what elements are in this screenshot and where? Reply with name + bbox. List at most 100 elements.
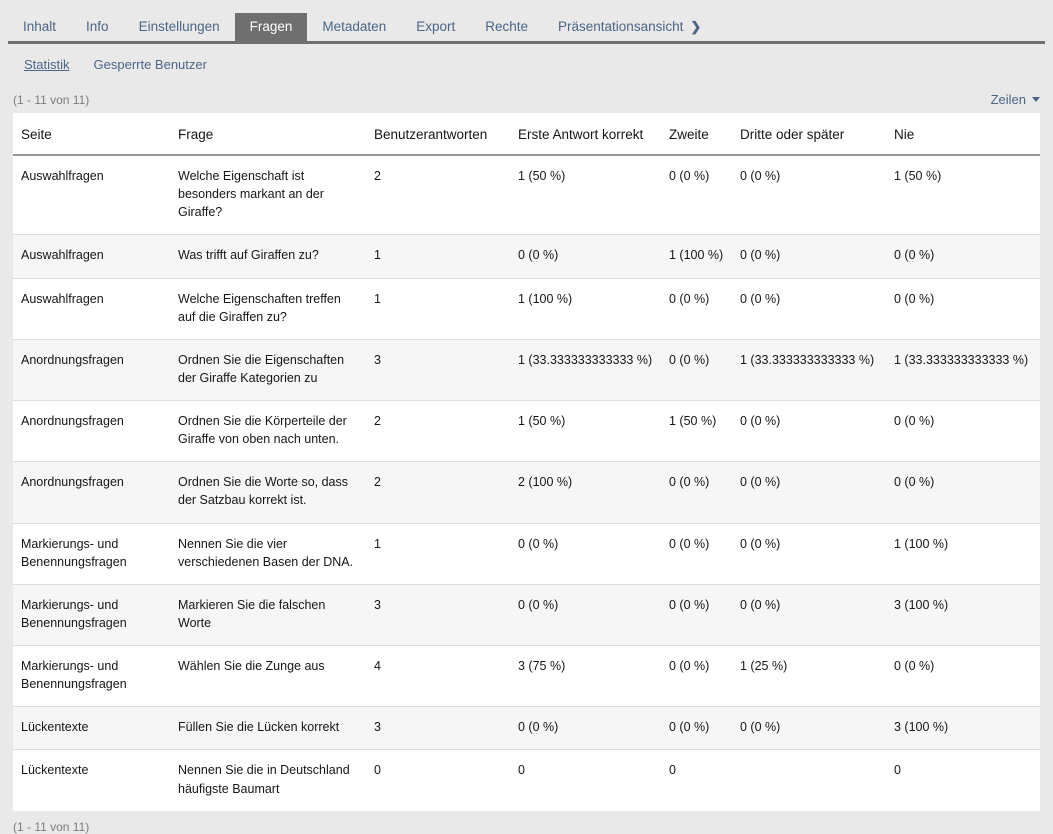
table-row: Markierungs- und BenennungsfragenWählen … xyxy=(13,646,1040,707)
cell-value: 4 xyxy=(366,646,510,707)
column-header-dritte-oder-später: Dritte oder später xyxy=(732,113,886,155)
cell-value: 0 (0 %) xyxy=(661,462,732,523)
column-header-nie: Nie xyxy=(886,113,1040,155)
cell-value: 3 (100 %) xyxy=(886,584,1040,645)
tab-label: Metadaten xyxy=(322,19,386,34)
cell-value: 0 (0 %) xyxy=(886,646,1040,707)
list-footer: (1 - 11 von 11) xyxy=(13,819,1040,834)
cell-value xyxy=(732,750,886,811)
cell-seite: Lückentexte xyxy=(13,707,170,750)
cell-value: 1 (100 %) xyxy=(886,523,1040,584)
cell-value: 0 (0 %) xyxy=(732,584,886,645)
cell-seite: Auswahlfragen xyxy=(13,155,170,235)
column-header-seite: Seite xyxy=(13,113,170,155)
cell-value: 1 (100 %) xyxy=(661,235,732,278)
cell-value: 0 xyxy=(886,750,1040,811)
subtab-gesperrte-benutzer[interactable]: Gesperrte Benutzer xyxy=(94,57,207,72)
cell-seite: Anordnungsfragen xyxy=(13,339,170,400)
cell-value: 0 (0 %) xyxy=(886,278,1040,339)
cell-value: 2 xyxy=(366,155,510,235)
cell-value: 0 (0 %) xyxy=(661,278,732,339)
column-header-erste-antwort-korrekt: Erste Antwort korrekt xyxy=(510,113,661,155)
cell-value: 0 (0 %) xyxy=(661,155,732,235)
cell-seite: Markierungs- und Benennungsfragen xyxy=(13,584,170,645)
cell-value: 1 (33.333333333333 %) xyxy=(886,339,1040,400)
cell-value: 1 (50 %) xyxy=(661,401,732,462)
cell-frage: Ordnen Sie die Körperteile der Giraffe v… xyxy=(170,401,366,462)
cell-frage: Nennen Sie die in Deutschland häufigste … xyxy=(170,750,366,811)
tab-label: Rechte xyxy=(485,19,528,34)
cell-frage: Markieren Sie die falschen Worte xyxy=(170,584,366,645)
tab-bar-wrap: Inhalt Info Einstellungen Fragen Metadaten Ex… xyxy=(0,0,1053,44)
tab-info[interactable]: Info xyxy=(71,13,124,41)
pagination-range-top: (1 - 11 von 11) xyxy=(13,93,89,107)
cell-seite: Auswahlfragen xyxy=(13,278,170,339)
tab-label: Fragen xyxy=(250,19,293,34)
table-row: AnordnungsfragenOrdnen Sie die Worte so,… xyxy=(13,462,1040,523)
tab-label: Info xyxy=(86,19,109,34)
rows-per-page-dropdown[interactable]: Zeilen xyxy=(991,92,1040,107)
table-row: AuswahlfragenWelche Eigenschaft ist beso… xyxy=(13,155,1040,235)
cell-value: 0 (0 %) xyxy=(661,523,732,584)
cell-frage: Wählen Sie die Zunge aus xyxy=(170,646,366,707)
cell-value: 0 (0 %) xyxy=(510,235,661,278)
cell-value: 3 xyxy=(366,339,510,400)
table-row: Markierungs- und BenennungsfragenNennen … xyxy=(13,523,1040,584)
tab-bar: Inhalt Info Einstellungen Fragen Metadaten Ex… xyxy=(8,13,1045,44)
column-header-benutzerantworten: Benutzerantworten xyxy=(366,113,510,155)
cell-value: 3 (100 %) xyxy=(886,707,1040,750)
table-row: AuswahlfragenWas trifft auf Giraffen zu?… xyxy=(13,235,1040,278)
tab-label: Einstellungen xyxy=(139,19,220,34)
cell-value: 3 xyxy=(366,707,510,750)
cell-value: 0 xyxy=(661,750,732,811)
cell-value: 0 (0 %) xyxy=(732,235,886,278)
cell-frage: Nennen Sie die vier verschiedenen Basen … xyxy=(170,523,366,584)
cell-value: 0 (0 %) xyxy=(732,155,886,235)
subtab-statistik[interactable]: Statistik xyxy=(24,57,70,72)
cell-value: 1 (50 %) xyxy=(886,155,1040,235)
table-row: AuswahlfragenWelche Eigenschaften treffe… xyxy=(13,278,1040,339)
cell-value: 1 (33.333333333333 %) xyxy=(510,339,661,400)
cell-value: 2 xyxy=(366,401,510,462)
tab-export[interactable]: Export xyxy=(401,13,470,41)
table-header-row: SeiteFrageBenutzerantwortenErste Antwort… xyxy=(13,113,1040,155)
cell-value: 0 (0 %) xyxy=(732,278,886,339)
cell-value: 0 xyxy=(366,750,510,811)
question-statistics-table: SeiteFrageBenutzerantwortenErste Antwort… xyxy=(13,113,1040,811)
cell-value: 1 xyxy=(366,278,510,339)
launch-chevron-icon: ❯ xyxy=(690,20,701,33)
cell-value: 1 (50 %) xyxy=(510,155,661,235)
cell-value: 0 xyxy=(510,750,661,811)
cell-value: 0 (0 %) xyxy=(732,401,886,462)
tab-fragen[interactable]: Fragen xyxy=(235,13,308,41)
cell-seite: Lückentexte xyxy=(13,750,170,811)
cell-value: 0 (0 %) xyxy=(732,523,886,584)
tab-rechte[interactable]: Rechte xyxy=(470,13,543,41)
table-header: SeiteFrageBenutzerantwortenErste Antwort… xyxy=(13,113,1040,155)
tab-präsentationsansicht[interactable]: Präsentationsansicht❯ xyxy=(543,13,716,41)
cell-value: 0 (0 %) xyxy=(510,523,661,584)
cell-value: 3 (75 %) xyxy=(510,646,661,707)
tab-inhalt[interactable]: Inhalt xyxy=(8,13,71,41)
cell-value: 1 xyxy=(366,523,510,584)
cell-value: 1 (25 %) xyxy=(732,646,886,707)
tab-label: Inhalt xyxy=(23,19,56,34)
table-row: LückentexteNennen Sie die in Deutschland… xyxy=(13,750,1040,811)
cell-value: 1 xyxy=(366,235,510,278)
cell-frage: Was trifft auf Giraffen zu? xyxy=(170,235,366,278)
subtab-bar: Statistik Gesperrte Benutzer xyxy=(24,57,1045,72)
cell-value: 1 (33.333333333333 %) xyxy=(732,339,886,400)
table-row: LückentexteFüllen Sie die Lücken korrekt… xyxy=(13,707,1040,750)
table-row: AnordnungsfragenOrdnen Sie die Eigenscha… xyxy=(13,339,1040,400)
cell-seite: Anordnungsfragen xyxy=(13,401,170,462)
cell-value: 1 (50 %) xyxy=(510,401,661,462)
tab-metadaten[interactable]: Metadaten xyxy=(307,13,401,41)
tab-einstellungen[interactable]: Einstellungen xyxy=(124,13,235,41)
cell-seite: Auswahlfragen xyxy=(13,235,170,278)
cell-value: 2 xyxy=(366,462,510,523)
cell-frage: Ordnen Sie die Eigenschaften der Giraffe… xyxy=(170,339,366,400)
cell-value: 0 (0 %) xyxy=(661,584,732,645)
cell-frage: Welche Eigenschaft ist besonders markant… xyxy=(170,155,366,235)
cell-value: 0 (0 %) xyxy=(886,235,1040,278)
cell-value: 0 (0 %) xyxy=(510,584,661,645)
